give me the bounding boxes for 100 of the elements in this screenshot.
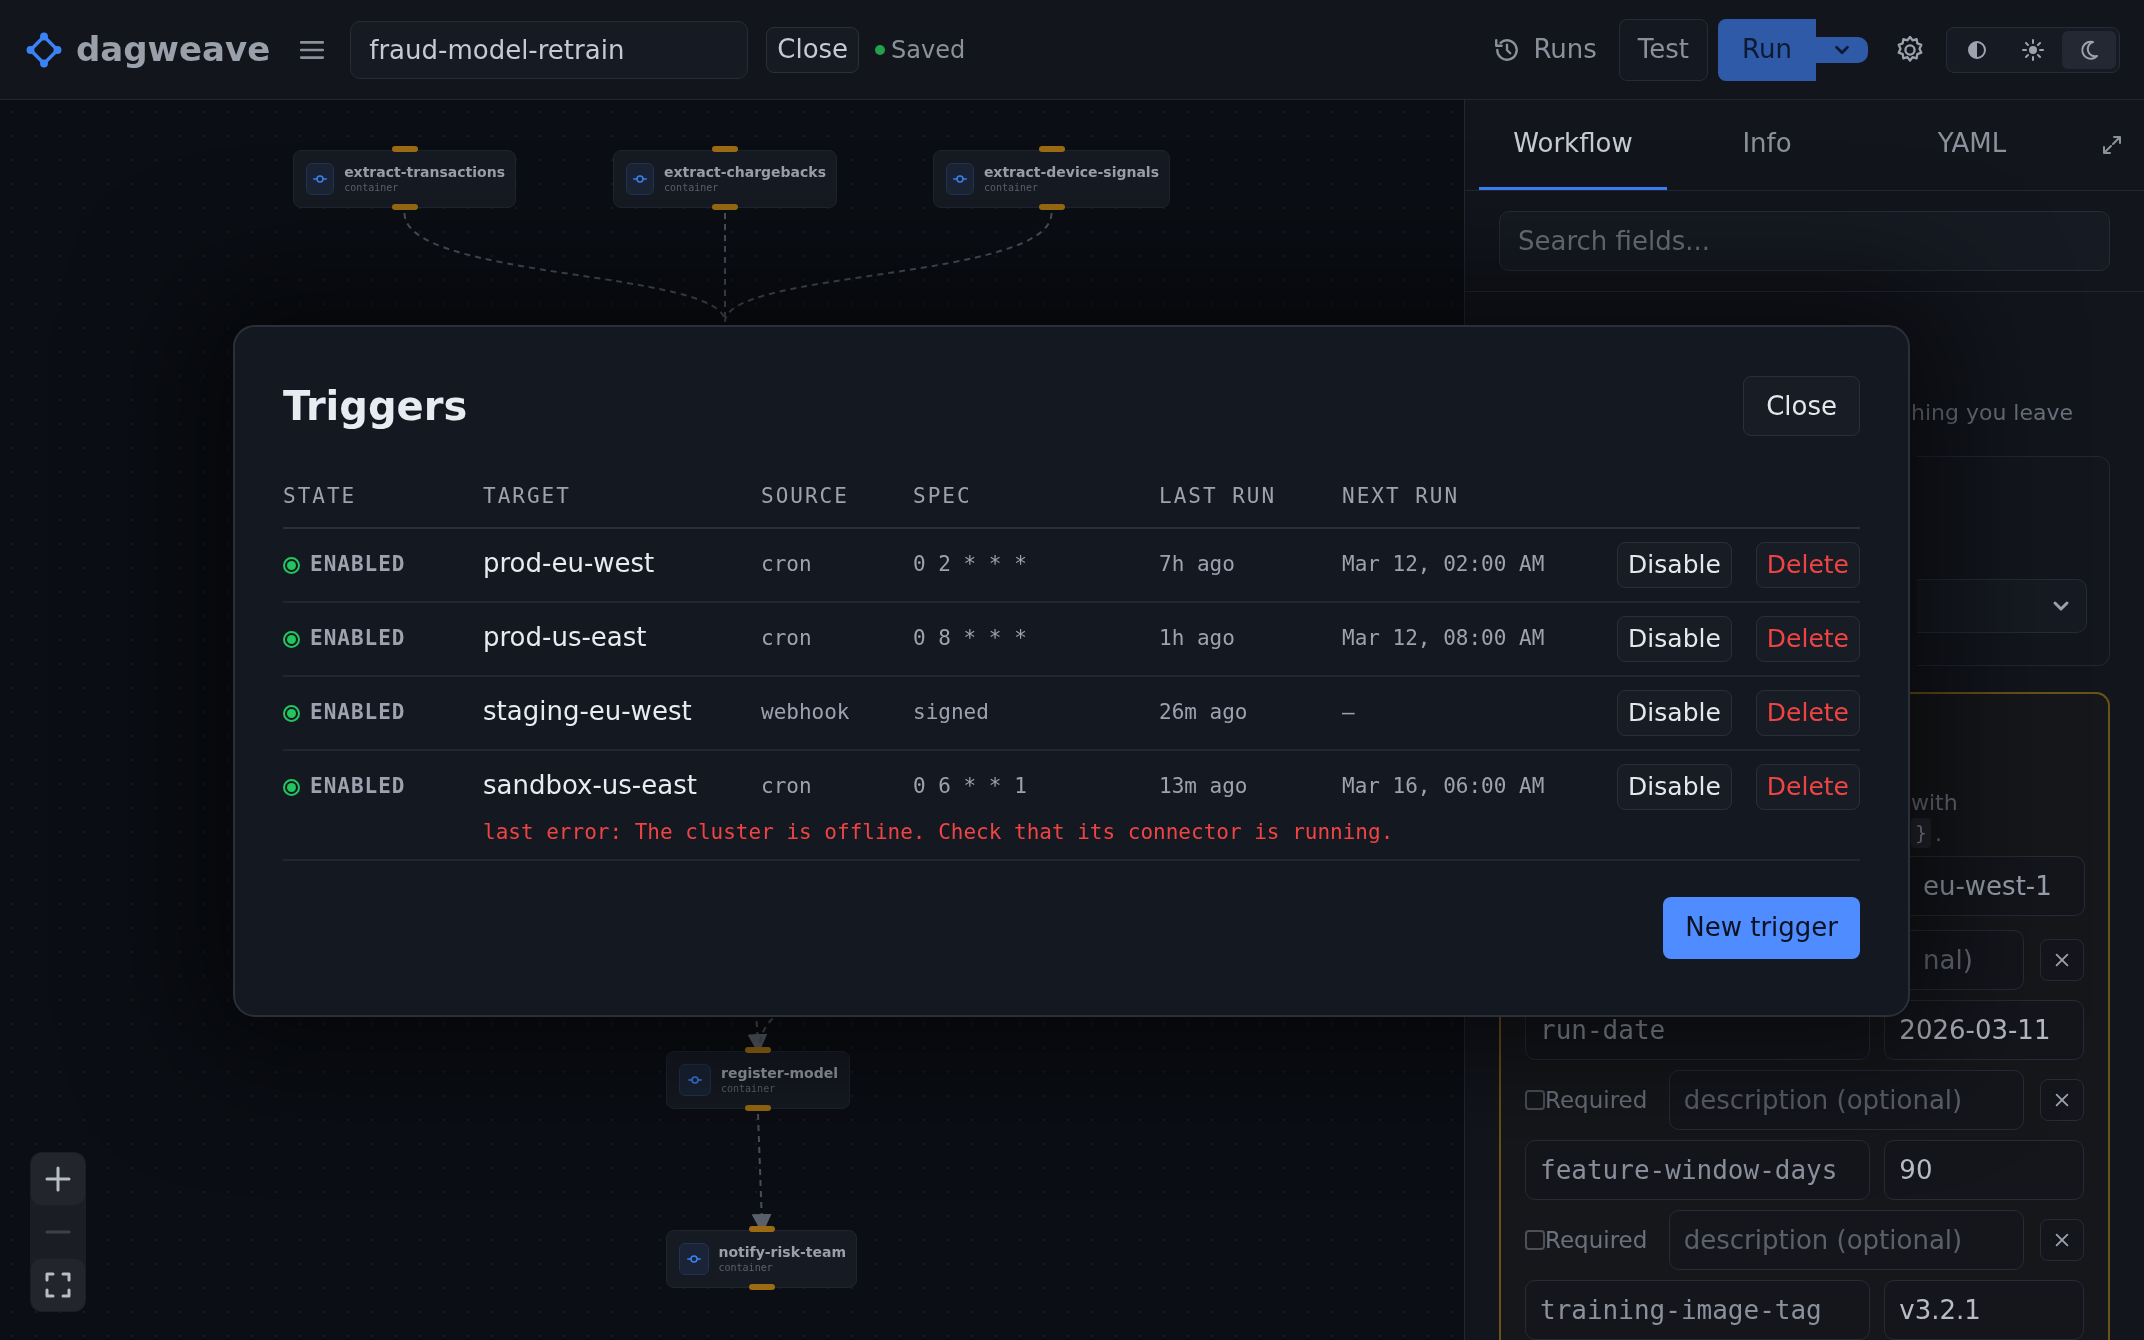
table-cell-text: Mar 16, 06:00 AM: [1342, 773, 1546, 801]
app-name: dagweave: [76, 28, 271, 71]
disable-button[interactable]: Disable: [1617, 542, 1732, 588]
table-cell-text: cron: [761, 551, 813, 579]
description-field[interactable]: description (optional): [1668, 1210, 2025, 1270]
node-title: register-model: [721, 1066, 838, 1080]
disable-button[interactable]: Disable: [1617, 616, 1732, 662]
table-cell-text: cron: [761, 625, 813, 653]
close-button[interactable]: Close: [1743, 376, 1860, 436]
new-trigger-button[interactable]: New trigger: [1663, 896, 1860, 959]
theme-option[interactable]: [2062, 30, 2116, 69]
column-header: NEXT RUN: [1342, 483, 1461, 511]
workflow-name-field[interactable]: fraud-model-retrain: [350, 20, 749, 79]
parameter-name-field[interactable]: training-image-tag: [1525, 1280, 1871, 1340]
node-type: container: [718, 1263, 774, 1273]
state-label: ENABLED: [310, 699, 406, 727]
container-icon: [679, 1064, 711, 1096]
container-icon: [946, 163, 974, 195]
search-field[interactable]: Search fields...: [1499, 211, 2110, 271]
port-handle[interactable]: [1038, 146, 1065, 152]
remove-button[interactable]: [2040, 939, 2084, 981]
fit-view-button[interactable]: [31, 1259, 85, 1311]
column-header: STATE: [283, 483, 358, 511]
note-text: .: [1935, 819, 1943, 848]
close-button[interactable]: Close: [766, 26, 860, 73]
remove-button[interactable]: [2040, 1079, 2084, 1121]
port-handle[interactable]: [712, 204, 738, 210]
sun-icon: [2022, 38, 2044, 61]
target-name: staging-eu-west: [483, 694, 693, 728]
remove-button[interactable]: [2040, 1219, 2084, 1261]
parameter-value-field[interactable]: 2026-03-11: [1884, 1000, 2084, 1060]
contrast-icon: [1966, 38, 1988, 61]
table-cell-text: signed: [913, 699, 990, 727]
parameter-value-field[interactable]: v3.2.1: [1884, 1280, 2084, 1340]
logo-icon: [26, 31, 62, 68]
table-cell-text: 0 6 * * 1: [913, 773, 1028, 801]
moon-icon: [2078, 38, 2100, 61]
required-label: Required: [1545, 1225, 1648, 1255]
disable-button[interactable]: Disable: [1617, 764, 1732, 810]
note-text: with: [1911, 789, 1959, 816]
table-cell-text: 0 2 * * *: [913, 551, 1028, 579]
node-title: extract-device-signals: [983, 165, 1159, 179]
node-card[interactable]: register-model container: [666, 1051, 850, 1109]
run-options-button[interactable]: [1816, 36, 1868, 63]
code-snippet: }: [1911, 818, 1932, 848]
container-icon: [626, 163, 655, 195]
port-handle[interactable]: [748, 1284, 775, 1290]
node-card[interactable]: extract-chargebacks container: [613, 150, 837, 208]
panel-tab[interactable]: Workflow: [1479, 100, 1667, 190]
runs-button[interactable]: Runs: [1493, 30, 1597, 69]
state-label: ENABLED: [310, 773, 406, 801]
zoom-in-button[interactable]: [31, 1153, 85, 1205]
port-handle[interactable]: [391, 146, 418, 152]
state-label: ENABLED: [310, 625, 406, 653]
node-card[interactable]: extract-transactions container: [293, 150, 516, 208]
port-handle[interactable]: [748, 1226, 775, 1232]
container-icon: [306, 163, 335, 195]
port-handle[interactable]: [712, 146, 738, 152]
delete-button[interactable]: Delete: [1755, 690, 1860, 736]
save-status: Saved: [891, 34, 966, 66]
container-icon: [679, 1243, 709, 1275]
parameter-name-field[interactable]: feature-window-days: [1525, 1140, 1871, 1200]
table-cell-text: 7h ago: [1159, 551, 1236, 579]
column-header: TARGET: [483, 483, 572, 511]
port-handle[interactable]: [745, 1105, 771, 1111]
table-cell-text: webhook: [761, 699, 851, 727]
delete-button[interactable]: Delete: [1755, 764, 1860, 810]
delete-button[interactable]: Delete: [1755, 616, 1860, 662]
node-title: notify-risk-team: [718, 1245, 846, 1259]
description-field[interactable]: description (optional): [1668, 1070, 2025, 1130]
panel-tab[interactable]: YAML: [1867, 100, 2077, 190]
table-cell-text: —: [1342, 699, 1356, 727]
required-checkbox[interactable]: [1525, 1090, 1545, 1110]
select-field[interactable]: [1917, 579, 2087, 633]
test-button[interactable]: Test: [1618, 18, 1708, 81]
node-card[interactable]: notify-risk-team container: [666, 1230, 857, 1288]
node-card[interactable]: extract-device-signals container: [933, 150, 1170, 208]
table-cell-text: 26m ago: [1159, 699, 1249, 727]
required-checkbox[interactable]: [1525, 1230, 1545, 1250]
port-handle[interactable]: [745, 1047, 771, 1053]
node-title: extract-chargebacks: [664, 165, 826, 179]
dialog-title: Triggers: [283, 382, 468, 431]
panel-tab[interactable]: Info: [1667, 100, 1867, 190]
fullscreen-icon: [44, 1271, 72, 1299]
parameter-value-field[interactable]: eu-west-1: [1909, 856, 2085, 916]
required-label: Required: [1545, 1085, 1648, 1115]
table-cell-text: cron: [761, 773, 813, 801]
column-header: LAST RUN: [1159, 483, 1278, 511]
delete-button[interactable]: Delete: [1755, 542, 1860, 588]
error-message: last error: The cluster is offline. Check that its connector is running.: [483, 819, 1395, 846]
expand-icon[interactable]: [2102, 135, 2122, 155]
node-type: container: [344, 183, 400, 193]
disable-button[interactable]: Disable: [1617, 690, 1732, 736]
column-header: SOURCE: [761, 483, 850, 511]
port-handle[interactable]: [391, 204, 418, 210]
port-handle[interactable]: [1038, 204, 1065, 210]
column-header: SPEC: [913, 483, 973, 511]
parameter-value-field[interactable]: 90: [1884, 1140, 2084, 1200]
table-cell-text: Mar 12, 02:00 AM: [1342, 551, 1546, 579]
node-title: extract-transactions: [344, 165, 505, 179]
